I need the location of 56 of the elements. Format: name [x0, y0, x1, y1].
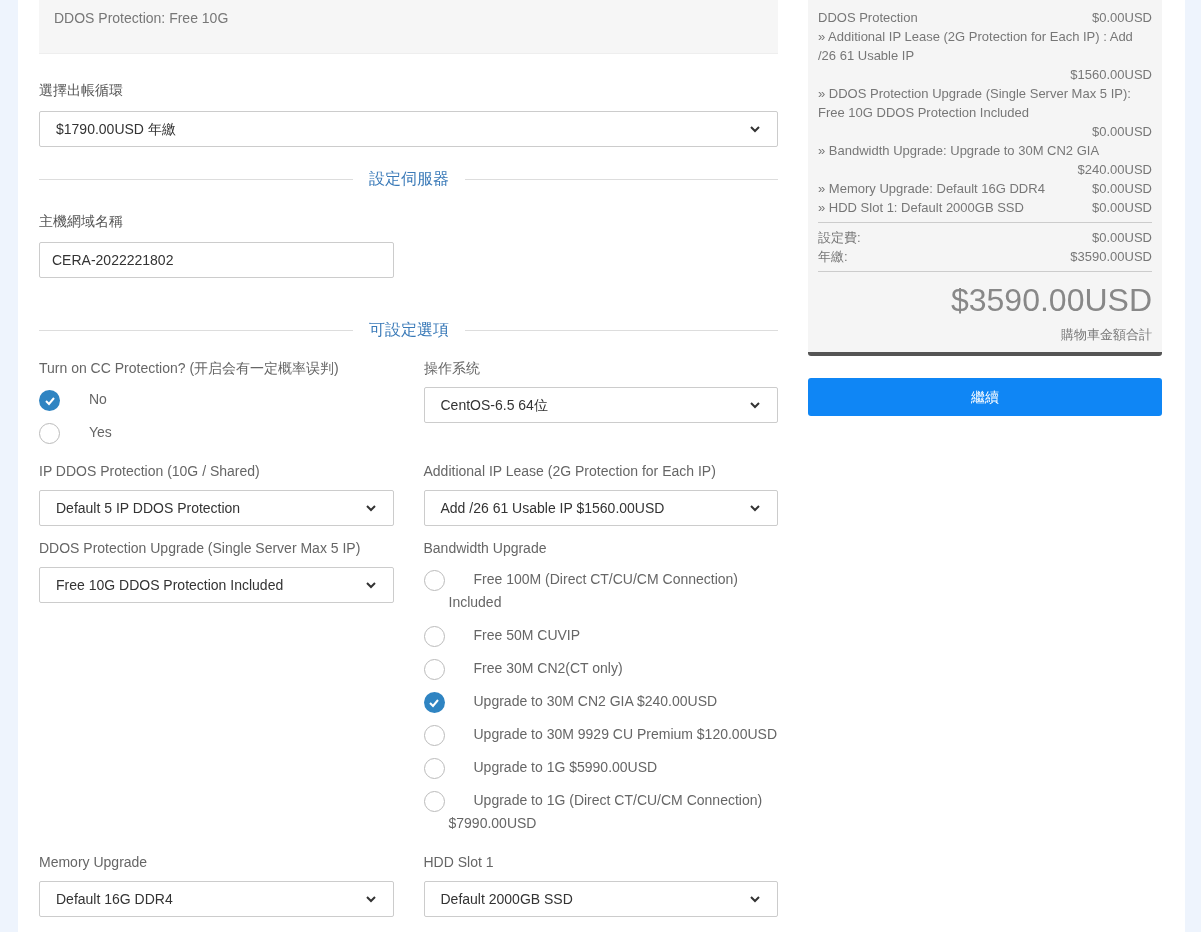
summary-item: » Additional IP Lease (2G Protection for Each IP) : Add /26 61 Usable IP: [818, 28, 1134, 65]
summary-price: $1560.00USD: [1070, 66, 1152, 84]
summary-price: $0.00USD: [1092, 180, 1152, 198]
summary-text: DDOS Protection: Free 10G: [54, 9, 230, 28]
fee-price: $0.00USD: [1092, 229, 1152, 247]
summary-price: $0.00USD: [1092, 9, 1152, 27]
radio-option[interactable]: No: [39, 383, 394, 416]
radio-option[interactable]: Free 50M CUVIP: [423, 619, 778, 652]
total-label: 購物車金額合計: [1061, 326, 1152, 344]
field-label: 選擇出帳循環: [39, 81, 124, 100]
option-label: Memory Upgrade: [39, 853, 149, 872]
chevron-down-icon: [364, 579, 377, 591]
dropdown-select[interactable]: Free 10G DDOS Protection Included: [39, 567, 394, 603]
dropdown-select[interactable]: Default 16G DDR4: [39, 881, 394, 917]
summary-item: » Memory Upgrade: Default 16G DDR4: [818, 180, 1045, 198]
chevron-down-icon: [364, 893, 377, 905]
fee-label: 設定費:: [818, 229, 861, 247]
total-amount: $3590.00USD: [950, 281, 1152, 320]
summary-item: » HDD Slot 1: Default 2000GB SSD: [818, 199, 1024, 217]
chevron-down-icon: [749, 123, 761, 135]
chevron-down-icon: [364, 502, 377, 514]
option-label: Additional IP Lease (2G Protection for Each IP): [423, 462, 717, 481]
summary-price: $240.00USD: [1077, 161, 1152, 179]
summary-item: DDOS Protection: [818, 9, 918, 27]
radio-option[interactable]: Upgrade to 1G $5990.00USD: [423, 751, 778, 784]
option-label: DDOS Protection Upgrade (Single Server Max 5 IP): [39, 539, 362, 558]
dropdown-select[interactable]: Default 2000GB SSD: [423, 881, 778, 917]
chevron-down-icon: [749, 502, 761, 514]
option-label: Bandwidth Upgrade: [423, 539, 548, 558]
option-label: 操作系统: [423, 359, 481, 378]
radio-option[interactable]: Yes: [39, 416, 394, 449]
radio-option[interactable]: Free 100M (Direct CT/CU/CM Connection) Included: [423, 563, 778, 619]
section-title: 設定伺服器: [368, 169, 449, 189]
dropdown-select[interactable]: Add /26 61 Usable IP $1560.00USD: [423, 490, 778, 526]
section-title: 可設定選項: [368, 320, 449, 340]
radio-option[interactable]: Free 30M CN2(CT only): [423, 652, 778, 685]
summary-price: $0.00USD: [1092, 123, 1152, 141]
summary-item: » DDOS Protection Upgrade (Single Server Max 5 IP): Free 10G DDOS Protection Included: [818, 85, 1132, 122]
dropdown-select[interactable]: Default 5 IP DDOS Protection: [39, 490, 394, 526]
radio-option[interactable]: Upgrade to 1G (Direct CT/CU/CM Connection) $7990.00USD: [423, 784, 778, 840]
radio-option[interactable]: Upgrade to 30M CN2 GIA $240.00USD: [423, 685, 778, 718]
continue-button[interactable]: 繼續: [808, 378, 1162, 416]
field-label: 主機網域名稱: [39, 212, 124, 231]
dropdown-select[interactable]: CentOS-6.5 64位: [423, 387, 778, 423]
option-label: HDD Slot 1: [423, 853, 495, 872]
option-label: Turn on CC Protection? (开启会有一定概率误判): [39, 359, 340, 378]
radio-option[interactable]: Upgrade to 30M 9929 CU Premium $120.00USD: [423, 718, 778, 751]
summary-item: » Bandwidth Upgrade: Upgrade to 30M CN2 GIA: [818, 142, 1100, 160]
fee-label: 年繳:: [818, 248, 848, 266]
summary-price: $0.00USD: [1092, 199, 1152, 217]
hostname-input[interactable]: CERA-2022221802: [39, 242, 394, 278]
dropdown-select[interactable]: $1790.00USD 年繳: [39, 111, 778, 147]
chevron-down-icon: [749, 399, 761, 411]
chevron-down-icon: [749, 893, 761, 905]
fee-price: $3590.00USD: [1070, 248, 1152, 266]
option-label: IP DDOS Protection (10G / Shared): [39, 462, 261, 481]
